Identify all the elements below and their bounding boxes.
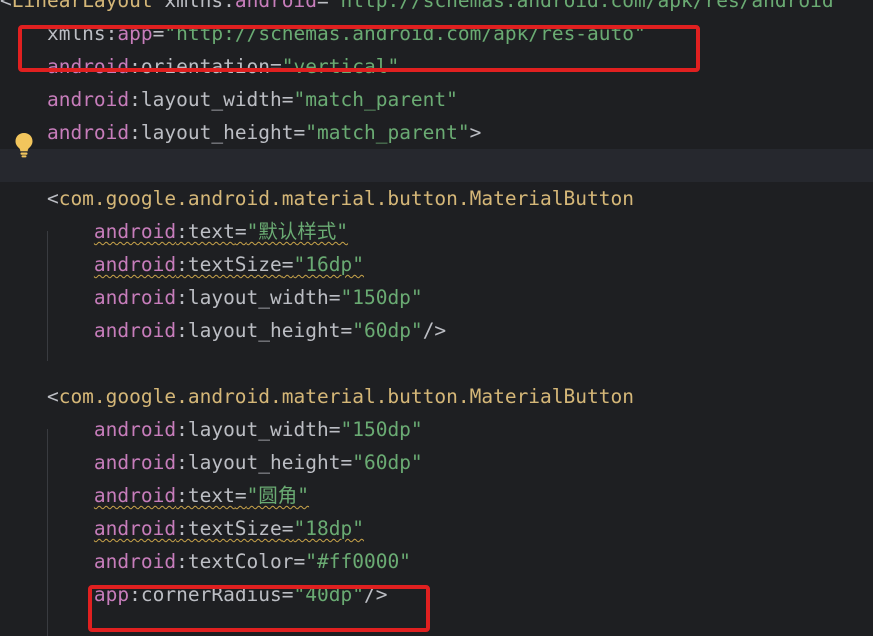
code-token: = [281,88,294,111]
code-line-text: <com.google.android.material.button.Mate… [0,182,634,215]
highlight-box-corner-radius [88,585,430,632]
code-token: = [281,253,294,276]
code-token: :layout_height [176,451,341,474]
code-token: :layout_height [176,319,341,342]
code-line-text: android:layout_height="match_parent"> [0,116,481,149]
code-token: /> [422,319,447,342]
code-line[interactable]: <LinearLayout xmlns:android="http://sche… [0,0,873,17]
code-token: :textColor [176,550,294,573]
code-token: android [93,484,177,507]
code-token: "#ff0000" [305,550,411,573]
code-token: "150dp" [340,286,423,309]
code-token: "60dp" [352,319,423,342]
code-token: = [317,0,329,12]
code-token: :text [176,220,235,243]
code-token: :layout_width [176,286,329,309]
code-token: "match_parent" [305,121,470,144]
code-token: :text [176,484,235,507]
code-token: < [0,385,59,408]
code-line[interactable] [0,149,873,182]
code-line[interactable]: android:textSize="16dp" [0,248,873,281]
code-token: android [93,517,177,540]
code-line[interactable]: <com.google.android.material.button.Mate… [0,380,873,413]
code-token: com.google.android.material.button.Mater… [58,385,634,408]
indent-guide [47,231,48,361]
code-token: "16dp" [293,253,364,276]
code-token: = [293,121,306,144]
code-token: android [93,253,177,276]
indent-guide [47,429,48,636]
code-line[interactable]: android:layout_width="match_parent" [0,83,873,116]
code-token: = [281,517,294,540]
code-token: < [0,0,12,12]
code-token: = [234,484,247,507]
code-line-text: android:text="默认样式" [0,215,348,248]
code-line-text: android:layout_height="60dp"/> [0,314,446,347]
code-line-text: android:layout_height="60dp" [0,446,423,479]
code-token: = [234,220,247,243]
highlight-box-xmlns-app [18,25,700,72]
code-token: "60dp" [352,451,423,474]
code-line[interactable]: android:text="默认样式" [0,215,873,248]
code-line-text: <com.google.android.material.button.Mate… [0,380,634,413]
code-token: = [340,451,353,474]
lightbulb-icon[interactable] [14,132,34,158]
code-line[interactable]: android:layout_height="60dp"/> [0,314,873,347]
code-token: LinearLayout [11,0,153,12]
code-line-text: android:layout_width="match_parent" [0,83,458,116]
code-token: : [223,0,235,12]
code-line[interactable]: <com.google.android.material.button.Mate… [0,182,873,215]
code-line[interactable] [0,347,873,380]
code-token: com.google.android.material.button.Mater… [58,187,634,210]
code-token: android [46,121,130,144]
code-token: android [93,220,177,243]
code-token: "18dp" [293,517,364,540]
code-token: android [93,451,177,474]
code-token: android [93,286,177,309]
code-line[interactable]: android:textColor="#ff0000" [0,545,873,578]
code-token: :layout_width [176,418,329,441]
code-token: "默认样式" [246,220,349,243]
code-line[interactable]: android:layout_height="match_parent"> [0,116,873,149]
code-token: "150dp" [340,418,423,441]
code-line-text: android:textColor="#ff0000" [0,545,411,578]
code-token: = [328,418,341,441]
code-line-text: <LinearLayout xmlns:android="http://sche… [0,0,845,17]
code-token: android [93,319,177,342]
code-token: android [46,88,130,111]
code-token: android [93,418,177,441]
code-token: android [234,0,318,12]
code-line-text: android:layout_width="150dp" [0,281,423,314]
code-token: "http://schemas.android.com/apk/res/andr… [328,0,846,12]
code-token: = [293,550,306,573]
code-token: = [340,319,353,342]
code-token: < [0,187,59,210]
code-token: android [93,550,177,573]
code-line-text: android:textSize="16dp" [0,248,364,281]
code-line[interactable]: android:text="圆角" [0,479,873,512]
code-line[interactable]: android:layout_height="60dp" [0,446,873,479]
code-token: "圆角" [246,484,310,507]
code-line-text: android:textSize="18dp" [0,512,364,545]
code-token: :layout_width [129,88,282,111]
code-token: :layout_height [129,121,294,144]
code-token: > [469,121,482,144]
code-line[interactable]: android:textSize="18dp" [0,512,873,545]
code-token: :textSize [176,517,282,540]
code-line[interactable]: android:layout_width="150dp" [0,281,873,314]
code-token: = [328,286,341,309]
code-line[interactable]: android:layout_width="150dp" [0,413,873,446]
code-line-text: android:layout_width="150dp" [0,413,423,446]
code-editor[interactable]: app:cornerRadius="40dp"/> android:textCo… [0,0,873,636]
code-token: :textSize [176,253,282,276]
code-token: "match_parent" [293,88,458,111]
code-token: xmlns [152,0,224,12]
